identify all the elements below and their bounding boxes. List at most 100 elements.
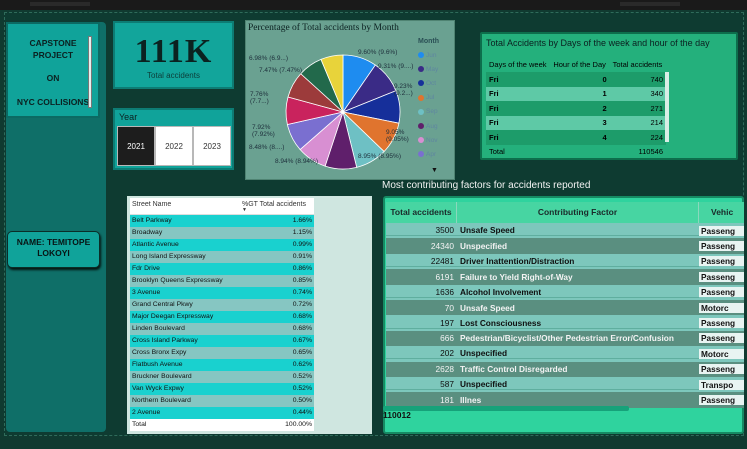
cell-day: Fri	[486, 72, 551, 87]
column-header[interactable]: %GT Total accidents ▼	[240, 198, 314, 214]
legend-label: Apr	[426, 150, 437, 158]
column-header[interactable]: Hour of the Day	[550, 56, 609, 72]
cell-hour: 2	[550, 101, 610, 116]
cell-hour: 3	[550, 115, 610, 130]
cell-vehicle: Passeng	[699, 225, 744, 236]
cell-factor: Failure to Yield Right-of-Way	[460, 271, 573, 282]
pie-data-label: 9.05% (9.05%)	[386, 129, 409, 143]
legend-item[interactable]: Jul	[418, 91, 438, 105]
cell-factor: Unspecified	[460, 241, 508, 252]
factors-table-title: Most contributing factors for accidents …	[382, 180, 591, 191]
cell-pct: 0.85%	[292, 277, 312, 284]
total-value: 100.00%	[285, 421, 312, 428]
factors-table-scrollbar[interactable]	[383, 406, 629, 411]
table-row: 22481 Driver Inattention/Distraction Passe…	[386, 253, 744, 270]
year-button-2022[interactable]: 2022	[155, 126, 193, 166]
cell-pct: 0.52%	[292, 385, 312, 392]
column-header[interactable]: Contributing Factor	[457, 202, 699, 223]
table-row: Linden Boulevard 0.68%	[130, 323, 314, 335]
cell-factor: Alcohol Involvement	[457, 287, 699, 298]
table-row: Major Deegan Expressway 0.68%	[130, 311, 314, 323]
legend-scroll-down-icon[interactable]: ▼	[431, 167, 438, 174]
title-card: CAPSTONE PROJECT ON NYC COLLISIONS	[6, 22, 100, 118]
name-card: NAME: TEMITOPE LOKOYI	[7, 231, 100, 268]
cell-vehicle: Passeng	[699, 364, 744, 375]
cell-vehicle: Passeng	[699, 333, 744, 344]
cell-street: Bruckner Boulevard	[132, 373, 192, 380]
cell-street: Cross Island Parkway	[132, 337, 198, 344]
cell-street: Linden Boulevard	[132, 325, 185, 332]
cell-day: Fri	[486, 101, 551, 116]
cell-street: Flatbush Avenue	[132, 361, 183, 368]
table-row: Fdr Drive 0.86%	[130, 263, 314, 275]
year-button-2021[interactable]: 2021	[117, 126, 155, 166]
factors-table-header: Total accidents Contributing Factor Vehi…	[386, 202, 744, 223]
title-line-1: CAPSTONE	[29, 38, 77, 48]
column-header[interactable]: Total accidents	[610, 56, 666, 72]
legend-item[interactable]: May	[418, 62, 438, 76]
column-header[interactable]: Street Name	[130, 198, 240, 214]
cell-total: 340	[609, 86, 666, 101]
cell-pct: 0.68%	[292, 313, 312, 320]
sort-desc-icon[interactable]: ▼	[242, 208, 312, 213]
factors-table: Total accidents Contributing Factor Vehi…	[386, 202, 744, 426]
table-row: 587 Unspecified Transpo	[386, 376, 744, 393]
table-row: 70 Unsafe Speed Motorc	[386, 299, 744, 316]
title-line-2: PROJECT	[32, 50, 74, 60]
cell-factor: Traffic Control Disregarded	[460, 364, 568, 375]
cell-pct: 1.15%	[292, 229, 312, 236]
cell-total: 214	[609, 115, 666, 130]
cell-pct: 0.86%	[292, 265, 312, 272]
pie-data-label: 8.94% (8.94%)	[275, 158, 318, 165]
cell-street: Brooklyn Queens Expressway	[132, 277, 223, 284]
year-button-2023[interactable]: 2023	[193, 126, 231, 166]
total-label: Total	[489, 147, 505, 157]
cell-total: 740	[609, 72, 666, 87]
column-header[interactable]: Total accidents	[386, 202, 457, 223]
cell-street: Northern Boulevard	[132, 397, 191, 404]
cell-vehicle: Motorc	[699, 302, 744, 313]
cell-factor: Driver Inattention/Distraction	[457, 256, 699, 267]
column-header[interactable]: Vehic	[699, 202, 744, 223]
cell-street: Cross Bronx Expy	[132, 349, 187, 356]
cell-vehicle: Passeng	[699, 256, 744, 267]
legend-item[interactable]: Sep	[418, 105, 438, 119]
table-row: 2 Avenue 0.44%	[130, 407, 314, 419]
legend-item[interactable]: Jun	[418, 48, 438, 62]
pie-legend: Jun May Oct Jul Sep Aug Nov Apr	[418, 48, 438, 162]
cell-street: Long Island Expressway	[132, 253, 206, 260]
cell-vehicle: Passeng	[699, 271, 744, 282]
legend-item[interactable]: Aug	[418, 119, 438, 133]
cell-pct: 0.62%	[292, 361, 312, 368]
street-table-header: Street Name %GT Total accidents ▼	[130, 198, 314, 215]
total-label: Total	[132, 421, 147, 428]
table-row: 6191 Failure to Yield Right-of-Way Passeng	[386, 269, 744, 285]
legend-item[interactable]: Oct	[418, 76, 438, 90]
cell-pct: 0.99%	[292, 241, 312, 248]
name-line-2: LOKOYI	[37, 248, 70, 258]
cell-factor: Unspecified	[457, 379, 699, 391]
table-row: 197 Lost Consciousness Passeng	[386, 315, 744, 331]
cell-vehicle: Passeng	[699, 241, 744, 252]
column-header[interactable]: Days of the week	[486, 56, 550, 72]
pie-data-label: 7.47% (7.47%)	[259, 67, 302, 74]
cell-street: 2 Avenue	[132, 409, 161, 416]
pie-data-label: 9.23% (9.2...)	[394, 83, 413, 97]
cell-street: Major Deegan Expressway	[132, 313, 214, 320]
cell-hour: 1	[550, 86, 610, 101]
cell-total: 6191	[435, 271, 454, 282]
legend-item[interactable]: Apr	[418, 147, 438, 161]
cell-pct: 0.67%	[292, 337, 312, 344]
title-line-3: ON	[46, 73, 60, 83]
cell-day: Fri	[486, 86, 551, 101]
table-row: Cross Bronx Expy 0.65%	[130, 347, 314, 359]
pie-data-label: 6.98% (6.9...)	[249, 55, 289, 62]
cell-total: 70	[444, 302, 454, 313]
legend-label: Aug	[426, 122, 438, 130]
legend-item[interactable]: Nov	[418, 133, 438, 147]
table-row: 24340 Unspecified Passeng	[386, 238, 744, 254]
title-scrollbar[interactable]	[88, 36, 92, 108]
days-table-scrollbar[interactable]	[665, 72, 669, 142]
factors-table-visual: Most contributing factors for accidents …	[380, 178, 744, 436]
cell-vehicle: Passeng	[699, 318, 744, 329]
